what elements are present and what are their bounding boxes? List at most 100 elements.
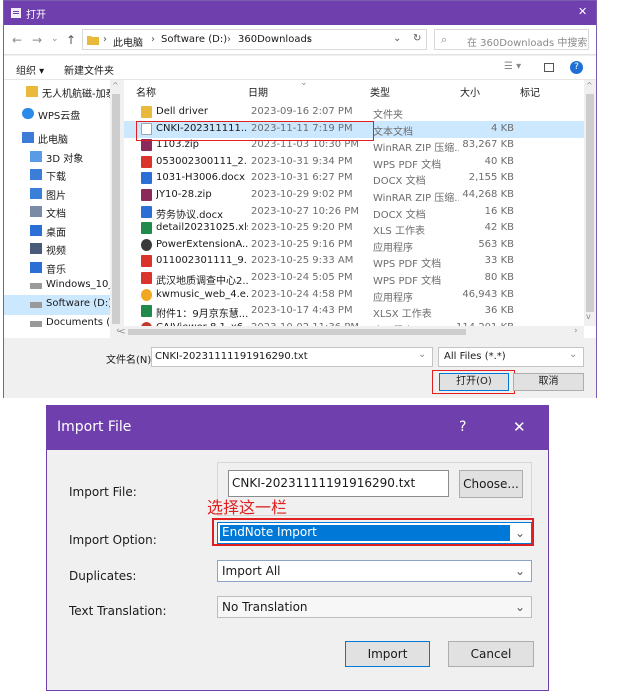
word-icon [141, 172, 152, 185]
cancel-button[interactable]: Cancel [448, 641, 534, 667]
column-header-name[interactable]: 名称 [136, 84, 156, 99]
nav-item[interactable]: Software (D:) [4, 295, 122, 315]
nav-item[interactable]: 此电脑 [4, 128, 122, 148]
column-header-type[interactable]: 类型 [370, 84, 390, 99]
file-row[interactable]: 劳务协议.docx 2023-10-27 10:26 PM DOCX 文档 16 KB [124, 204, 584, 221]
file-date: 2023-10-17 4:43 PM [251, 305, 353, 317]
file-size: 16 KB [484, 205, 514, 217]
file-row[interactable]: kwmusic_web_4.e... 2023-10-24 4:58 PM 应用程序… [124, 287, 584, 304]
column-header-tag[interactable]: 标记 [520, 84, 540, 99]
refresh-icon[interactable]: ↻ [413, 33, 421, 44]
duplicates-select[interactable]: Import All ⌄ [217, 560, 532, 582]
selected-file-highlight [136, 121, 374, 141]
file-date: 2023-10-27 10:26 PM [251, 205, 359, 217]
import-button[interactable]: Import [345, 641, 430, 667]
nav-item[interactable]: 下载 [4, 165, 122, 185]
chevron-down-icon[interactable]: ⌄ [418, 349, 426, 360]
file-row[interactable]: Dell driver 2023-09-16 2:07 PM 文件夹 [124, 104, 584, 121]
column-header-date[interactable]: 日期 [248, 84, 268, 99]
text-translation-label: Text Translation: [69, 604, 167, 618]
file-row[interactable]: 武汉地质调查中心2... 2023-10-24 5:05 PM WPS PDF 文档… [124, 270, 584, 287]
up-arrow-icon[interactable]: ↑ [66, 33, 76, 47]
annotation-text: 选择这一栏 [207, 498, 288, 517]
chevron-down-icon[interactable]: ⌄ [569, 349, 577, 360]
nav-scrollbar[interactable]: ^ [110, 80, 122, 338]
file-size: 4 KB [491, 122, 514, 134]
filename-input[interactable]: CNKI-20231111191916290.txt ⌄ [151, 347, 433, 367]
chevron-down-icon[interactable]: ⌄ [515, 564, 525, 578]
computer-icon [22, 132, 34, 143]
file-type: XLS 工作表 [373, 226, 425, 238]
file-type: WPS PDF 文档 [373, 159, 442, 171]
file-row[interactable]: 附件1：9月京东慧... 2023-10-17 4:43 PM XLSX 工作表 36… [124, 303, 584, 320]
horizontal-scrollbar[interactable]: ‹ › [114, 326, 584, 338]
folder-icon [26, 86, 38, 97]
nav-item[interactable]: 文档 [4, 202, 122, 222]
recent-chevron-icon[interactable]: ⌄ [51, 34, 59, 44]
file-size: 46,943 KB [462, 288, 514, 300]
duplicates-value: Import All [222, 564, 281, 578]
dropdown-chevron-icon[interactable]: ⌄ [393, 33, 401, 44]
file-row[interactable]: detail20231025.xls 2023-10-25 9:20 PM XLS … [124, 220, 584, 237]
file-row[interactable]: 011002301111_9... 2023-10-25 9:33 AM WPS P… [124, 253, 584, 270]
file-type: XLSX 工作表 [373, 309, 432, 321]
nav-item[interactable]: 音乐 [4, 258, 122, 278]
file-row[interactable]: JY10-28.zip 2023-10-29 9:02 PM WinRAR ZIP … [124, 187, 584, 204]
file-type: 应用程序 [373, 242, 413, 254]
file-row[interactable]: PowerExtensionA... 2023-10-25 9:16 PM 应用程序… [124, 237, 584, 254]
choose-button[interactable]: Choose... [459, 470, 523, 498]
file-date: 2023-10-29 9:02 PM [251, 189, 353, 200]
filter-select[interactable]: All Files (*.*) ⌄ [438, 347, 584, 367]
organize-button[interactable]: 组织 ▾ [16, 62, 44, 77]
nav-item[interactable]: 无人机航磁-加泰 [4, 82, 122, 102]
file-scrollbar[interactable]: ^ v [584, 80, 596, 326]
breadcrumb-item[interactable]: 360Downloads [238, 34, 312, 45]
nav-item[interactable]: 桌面 [4, 221, 122, 241]
text-translation-value: No Translation [222, 600, 308, 614]
file-size: 2,155 KB [468, 172, 514, 184]
import-file-value: CNKI-20231111191916290.txt [232, 476, 416, 490]
sort-chevron-icon: ⌄ [300, 80, 308, 88]
import-titlebar: Import File ? ✕ [47, 406, 548, 450]
nav-item[interactable]: WPS云盘 [4, 104, 122, 124]
close-icon[interactable]: ✕ [513, 418, 526, 436]
close-icon[interactable]: ✕ [578, 5, 587, 18]
text-translation-select[interactable]: No Translation ⌄ [217, 596, 532, 618]
help-icon[interactable]: ? [570, 61, 583, 74]
file-type: DOCX 文档 [373, 176, 426, 188]
column-header-size[interactable]: 大小 [460, 84, 480, 99]
forward-arrow-icon[interactable]: → [32, 33, 42, 47]
help-icon[interactable]: ? [459, 419, 466, 435]
chevron-down-icon[interactable]: ⌄ [515, 600, 525, 614]
import-file-input[interactable]: CNKI-20231111191916290.txt [228, 470, 449, 497]
nav-item[interactable]: Windows_10_O [4, 276, 122, 296]
pdf-icon [141, 255, 152, 268]
nav-item[interactable]: 视频 [4, 239, 122, 259]
music-icon [30, 262, 42, 273]
nav-item[interactable]: 3D 对象 [4, 147, 122, 167]
file-date: 2023-10-25 9:20 PM [251, 222, 353, 234]
nav-item-label: 桌面 [46, 228, 66, 239]
scroll-left-icon[interactable]: < [118, 327, 126, 337]
nav-item[interactable]: Documents (E:) [4, 314, 122, 334]
nav-item-label: 下载 [46, 172, 66, 183]
file-name: 053002300111_2... [156, 155, 248, 167]
breadcrumb-item[interactable]: 此电脑 [113, 34, 143, 49]
view-options-icon[interactable]: ☰ ▾ [504, 61, 521, 72]
nav-item[interactable]: 图片 [4, 184, 122, 204]
filename-label: 文件名(N): [106, 355, 155, 366]
new-folder-button[interactable]: 新建文件夹 [64, 62, 114, 77]
nav-item-label: 音乐 [46, 265, 66, 276]
search-box[interactable]: ⌕ 在 360Downloads 中搜索 [434, 29, 589, 50]
nav-item-label: 此电脑 [38, 135, 68, 146]
breadcrumb[interactable]: › 此电脑 › Software (D:) › 360Downloads › ⌄… [82, 29, 427, 50]
back-arrow-icon[interactable]: ← [12, 33, 22, 47]
breadcrumb-item[interactable]: Software (D:) [161, 34, 227, 45]
file-size: 33 KB [484, 255, 514, 267]
file-name: 011002301111_9... [156, 255, 248, 267]
preview-pane-icon[interactable] [544, 63, 554, 72]
file-date: 2023-10-25 9:16 PM [251, 238, 353, 250]
cancel-button[interactable]: 取消 [513, 373, 584, 391]
file-row[interactable]: 053002300111_2... 2023-10-31 9:34 PM WPS P… [124, 154, 584, 171]
file-row[interactable]: 1031-H3006.docx 2023-10-31 6:27 PM DOCX 文档… [124, 170, 584, 187]
